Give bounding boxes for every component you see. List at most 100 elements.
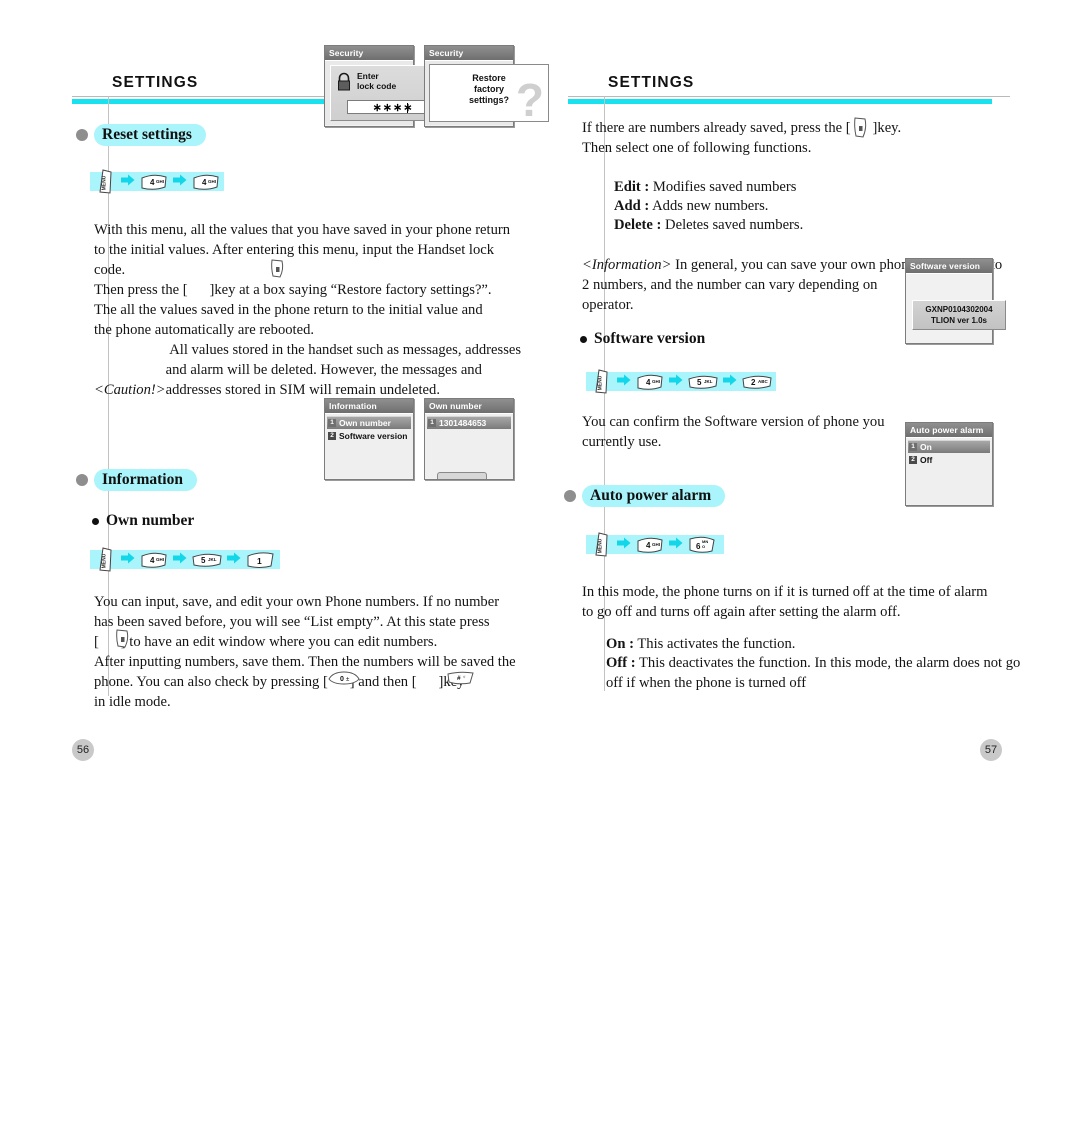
phone-screen-own-number: Own number 1 1301484653: [424, 398, 514, 480]
reset-settings-body-text: With this menu, all the values that you …: [94, 222, 511, 338]
arrow-right-icon: [121, 551, 135, 569]
svg-text:GHI: GHI: [208, 179, 216, 184]
svg-text:4: 4: [646, 378, 651, 387]
bullet-icon: [76, 129, 88, 141]
key-4-ghi-icon[interactable]: 4 GHI: [191, 172, 221, 192]
arrow-right-icon: [617, 373, 631, 391]
section-heading-auto-power-alarm: Auto power alarm: [564, 485, 726, 507]
function-option-edit: Edit : Modifies saved numbers: [614, 177, 1014, 197]
manual-page-spread: SETTINGS Reset settings MENU 4GHI 4GHI: [0, 0, 1080, 1123]
svg-text:2: 2: [751, 378, 756, 387]
header-divider-grey: [568, 96, 1010, 97]
phone-screen-security-restore: Security ? Restore factory settings?: [424, 45, 549, 127]
option-label: Delete :: [614, 217, 662, 233]
option-desc: This activates the function.: [633, 636, 796, 652]
auto-power-alarm-option-off: Off : This deactivates the function. In …: [606, 653, 1048, 693]
inline-key-hash-icon: # ☼: [446, 670, 476, 691]
list-item-label: Off: [920, 454, 933, 465]
list-item-label: Own number: [339, 418, 391, 428]
option-desc: Adds new numbers.: [649, 198, 769, 214]
software-version-build: GXNP0104302004: [925, 305, 993, 314]
screen-body: GXNP0104302004 TLION ver 1.0s: [906, 274, 1006, 342]
phone-screen-information-menu: Information 1 Own number 2 Software vers…: [324, 398, 414, 480]
list-item-label: 1301484653: [439, 418, 487, 428]
svg-text:5: 5: [201, 556, 206, 565]
lockcode-line-2: lock code: [357, 81, 397, 91]
section-heading-information: Information: [76, 469, 197, 491]
key-4-ghi-icon[interactable]: 4 GHI: [139, 172, 169, 192]
svg-text:4: 4: [646, 541, 651, 550]
own-number-functions-intro: If there are numbers already saved, pres…: [582, 118, 1022, 158]
svg-text:4: 4: [202, 178, 207, 187]
list-item[interactable]: 1 1301484653: [427, 416, 511, 429]
key-6-mno-icon[interactable]: 6 MN O: [687, 534, 717, 556]
list-item-number: 1: [428, 419, 436, 427]
bullet-dot-icon: [580, 335, 587, 343]
svg-text:ABC: ABC: [758, 379, 768, 384]
key-2-abc-icon[interactable]: 2 ABC: [741, 372, 773, 392]
own-number-body-text: You can input, save, and edit your own P…: [94, 594, 516, 710]
svg-text:GHI: GHI: [652, 379, 660, 384]
text-caret: [407, 103, 408, 113]
svg-text:4: 4: [150, 178, 155, 187]
arrow-right-icon: [227, 551, 241, 569]
bullet-icon: [564, 490, 576, 502]
svg-text:GHI: GHI: [652, 542, 660, 547]
svg-text:☼: ☼: [462, 674, 466, 679]
list-item[interactable]: 2 Off: [908, 453, 990, 466]
header-divider-cyan: [568, 99, 992, 104]
list-item-number: 1: [328, 419, 336, 427]
key-4-ghi-icon[interactable]: 4 GHI: [139, 550, 169, 570]
key-1-icon[interactable]: 1: [245, 550, 275, 570]
keystrip-own-number: MENU 4 GHI 5 JKL 1: [90, 546, 280, 572]
key-menu-icon[interactable]: MENU: [97, 168, 117, 195]
key-menu-icon[interactable]: MENU: [593, 368, 613, 395]
inline-key-ok-icon: [265, 258, 291, 285]
inline-key-0-icon: 0 ±: [327, 670, 361, 691]
lockcode-text: Enter lock code: [357, 71, 396, 91]
key-menu-icon[interactable]: MENU: [593, 531, 613, 558]
svg-text:GHI: GHI: [156, 557, 164, 562]
svg-text:4: 4: [150, 556, 155, 565]
option-label: On :: [606, 636, 634, 652]
svg-text:MENU: MENU: [102, 175, 108, 190]
reset-settings-caution: <Caution!> All values stored in the hand…: [94, 340, 534, 400]
caution-text: All values stored in the handset such as…: [165, 342, 522, 398]
softkey-tab: [437, 472, 487, 479]
page-number-left: 56: [72, 739, 94, 761]
bullet-icon: [76, 474, 88, 486]
left-page-header: SETTINGS: [112, 74, 199, 91]
section-heading-label: Information: [94, 469, 197, 491]
key-5-jkl-icon[interactable]: 5 JKL: [191, 550, 223, 570]
list-item[interactable]: 1 On: [908, 440, 990, 453]
list-item-number: 2: [909, 455, 917, 464]
keystrip-software-version: MENU 4 GHI 5 JKL 2 ABC: [586, 368, 776, 394]
page-number-right: 57: [980, 739, 1002, 761]
list-item[interactable]: 2 Software version: [327, 429, 411, 442]
key-5-jkl-icon[interactable]: 5 JKL: [687, 372, 719, 392]
svg-text:MENU: MENU: [598, 538, 604, 553]
list-item-number: 1: [909, 443, 917, 451]
arrow-right-icon: [723, 373, 737, 391]
auto-power-alarm-body-text: In this mode, the phone turns on if it i…: [582, 584, 988, 620]
screen-title: Own number: [425, 399, 513, 414]
screen-title: Auto power alarm: [906, 423, 992, 438]
right-page-header: SETTINGS: [608, 74, 695, 91]
function-option-add: Add : Adds new numbers.: [614, 196, 1014, 216]
svg-text:GHI: GHI: [156, 179, 164, 184]
key-4-ghi-icon[interactable]: 4 GHI: [635, 535, 665, 555]
option-label: Add :: [614, 198, 650, 214]
list-item[interactable]: 1 Own number: [327, 416, 411, 429]
inline-key-ok-icon: [110, 628, 136, 655]
key-4-ghi-icon[interactable]: 4 GHI: [635, 372, 665, 392]
right-page-column: SETTINGS If there are numbers already sa…: [564, 0, 1028, 790]
inline-key-ok-icon: [848, 116, 874, 145]
restore-confirm-text: Restore factory settings?: [430, 73, 548, 106]
key-menu-icon[interactable]: MENU: [97, 546, 117, 573]
option-desc: Modifies saved numbers: [649, 179, 797, 195]
auto-power-alarm-body: In this mode, the phone turns on if it i…: [582, 582, 1032, 622]
padlock-icon: [336, 72, 352, 97]
svg-text:6: 6: [696, 542, 701, 551]
svg-text:JKL: JKL: [208, 557, 217, 562]
phone-screen-security-lockcode: Security Enter lock code ∗∗∗∗: [324, 45, 448, 127]
